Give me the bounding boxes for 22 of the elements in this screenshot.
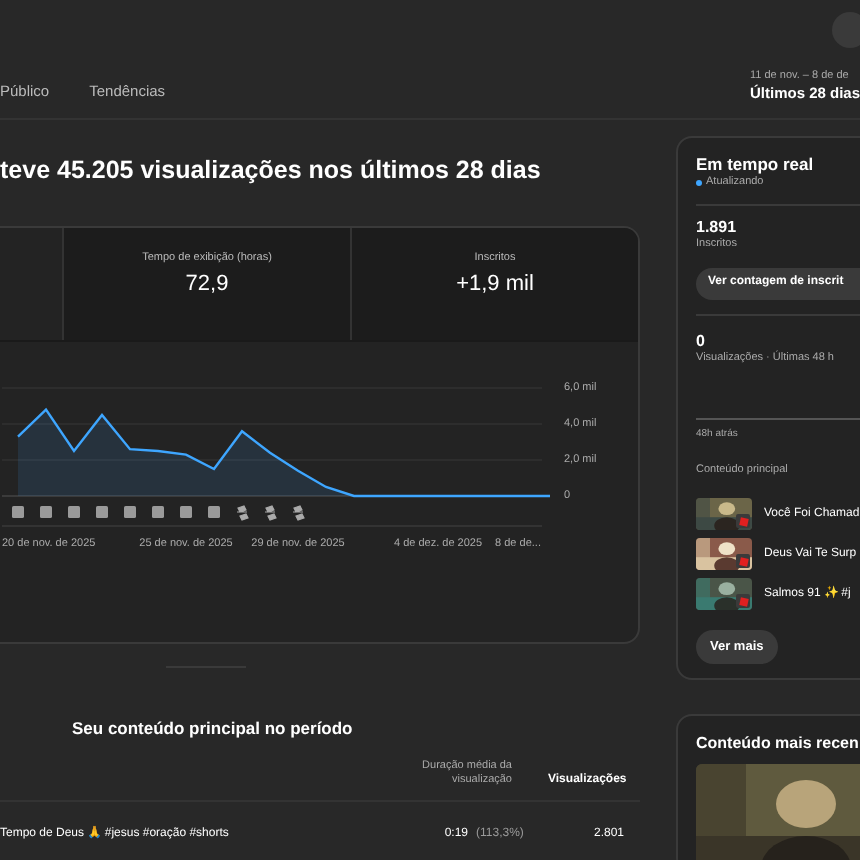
shorts-marker-icon[interactable] — [236, 505, 249, 521]
video-marker-icon[interactable] — [152, 506, 164, 518]
shorts-marker-icon[interactable] — [264, 505, 277, 521]
video-marker-icon[interactable] — [96, 506, 108, 518]
subscriber-count: 1.891 — [696, 218, 739, 238]
shorts-marker-icon[interactable] — [292, 505, 305, 521]
card-title: Em tempo real — [696, 154, 816, 176]
video-marker-icon[interactable] — [208, 506, 220, 518]
video-marker-icon[interactable] — [124, 506, 136, 518]
section-title: Seu conteúdo principal no período — [72, 718, 355, 740]
view-count: 0 — [696, 332, 707, 352]
video-marker-icon[interactable] — [12, 506, 24, 518]
card-title: Conteúdo mais recen — [696, 732, 860, 754]
shorts-badge-icon — [736, 514, 750, 528]
shorts-badge-icon — [736, 554, 750, 568]
metric-value: 72,9 — [185, 270, 229, 298]
video-marker-icon[interactable] — [40, 506, 52, 518]
shorts-badge-icon — [736, 594, 750, 608]
video-marker-icon[interactable] — [68, 506, 80, 518]
page-title: teve 45.205 visualizações nos últimos 28 dias — [0, 154, 543, 186]
video-marker-icon[interactable] — [180, 506, 192, 518]
metric-value: +1,9 mil — [456, 270, 534, 298]
